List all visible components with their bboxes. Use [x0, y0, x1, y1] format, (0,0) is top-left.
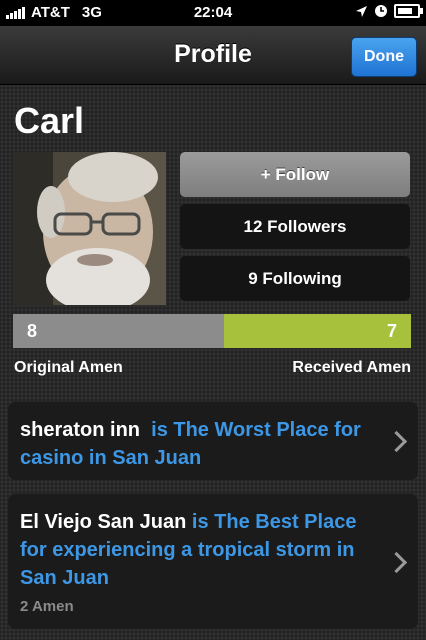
location-arrow-icon — [356, 5, 367, 17]
card-statement: El Viejo San Juan is The Best Place for … — [20, 508, 380, 592]
nav-bar: Profile Done — [0, 26, 426, 85]
received-amen-label: Received Amen — [292, 359, 411, 376]
profile-name: Carl — [14, 100, 85, 141]
clock-icon — [375, 5, 387, 17]
amen-bar: 8 7 — [13, 314, 411, 348]
battery-icon — [394, 4, 423, 18]
amen-card[interactable]: sheraton inn is The Worst Place for casi… — [8, 401, 418, 480]
amen-card[interactable]: El Viejo San Juan is The Best Place for … — [8, 493, 418, 629]
status-bar: AT&T 3G 22:04 — [0, 0, 426, 26]
original-amen-label: Original Amen — [14, 359, 123, 376]
avatar — [13, 152, 166, 305]
card-subject: sheraton inn — [20, 419, 141, 441]
original-amen-count: 8 — [13, 314, 224, 348]
card-amen-count: 2 Amen — [20, 598, 74, 615]
card-subject: El Viejo San Juan — [20, 511, 187, 533]
chevron-right-icon — [385, 430, 408, 453]
followers-button[interactable]: 12 Followers — [180, 204, 410, 249]
card-statement: sheraton inn is The Worst Place for casi… — [20, 416, 380, 472]
avatar-photo — [13, 152, 166, 305]
done-button[interactable]: Done — [351, 37, 417, 77]
received-amen-count: 7 — [224, 314, 411, 348]
following-button[interactable]: 9 Following — [180, 256, 410, 301]
follow-button[interactable]: + Follow — [180, 152, 410, 197]
status-right — [355, 4, 423, 18]
chevron-right-icon — [385, 551, 408, 574]
